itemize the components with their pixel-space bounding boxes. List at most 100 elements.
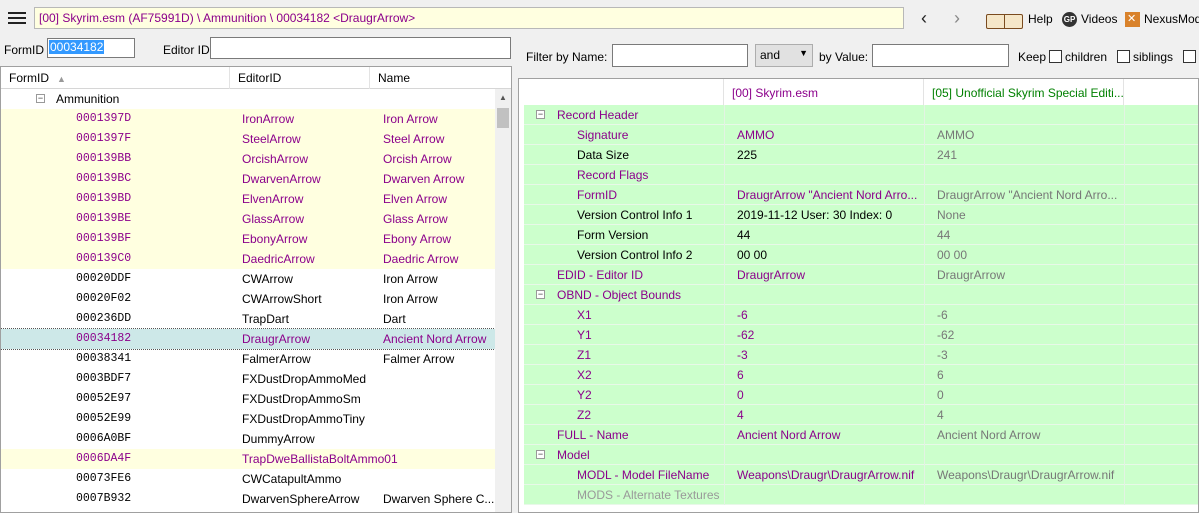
field-value-ussep[interactable]: DraugrArrow bbox=[937, 265, 1127, 285]
videos-link[interactable]: GP Videos bbox=[1062, 10, 1117, 28]
tree-row[interactable]: 00073FE6 CWCatapultAmmo bbox=[1, 469, 495, 489]
tree-row[interactable]: 000139BC DwarvenArrow Dwarven Arrow bbox=[1, 169, 495, 189]
record-field-row[interactable]: Data Size 225 241 bbox=[524, 145, 1198, 165]
field-value-ussep[interactable]: -6 bbox=[937, 305, 1127, 325]
siblings-checkbox[interactable]: siblings bbox=[1117, 50, 1173, 64]
field-value-skyrim[interactable]: -3 bbox=[737, 345, 927, 365]
field-value-skyrim[interactable]: -62 bbox=[737, 325, 927, 345]
field-value-ussep[interactable]: -62 bbox=[937, 325, 1127, 345]
nexus-link[interactable]: NexusMods bbox=[1125, 10, 1199, 28]
field-value-ussep[interactable]: 4 bbox=[937, 405, 1127, 425]
record-field-row[interactable]: Record Flags bbox=[524, 165, 1198, 185]
tree-row[interactable]: 000139BF EbonyArrow Ebony Arrow bbox=[1, 229, 495, 249]
tree-row[interactable]: 00034182 DraugrArrow Ancient Nord Arrow bbox=[1, 328, 496, 350]
record-field-row[interactable]: Version Control Info 1 2019-11-12 User: 3… bbox=[524, 205, 1198, 225]
tree-row[interactable]: 000139BD ElvenArrow Elven Arrow bbox=[1, 189, 495, 209]
tree-row[interactable]: 0006A0BF DummyArrow bbox=[1, 429, 495, 449]
column-header-skyrim-esm[interactable]: [00] Skyrim.esm bbox=[724, 79, 924, 105]
column-header-ussep[interactable]: [05] Unofficial Skyrim Special Editi... bbox=[924, 79, 1124, 105]
record-field-row[interactable]: Z1 -3 -3 bbox=[524, 345, 1198, 365]
field-value-ussep[interactable]: Ancient Nord Arrow bbox=[937, 425, 1127, 445]
record-field-row[interactable]: Z2 4 4 bbox=[524, 405, 1198, 425]
field-value-ussep[interactable]: 0 bbox=[937, 385, 1127, 405]
field-value-ussep[interactable]: 44 bbox=[937, 225, 1127, 245]
record-field-row[interactable]: FULL - Name Ancient Nord Arrow Ancient Nor… bbox=[524, 425, 1198, 445]
record-field-row[interactable]: − Model bbox=[524, 445, 1198, 465]
record-field-row[interactable]: MODS - Alternate Textures bbox=[524, 485, 1198, 505]
record-field-row[interactable]: MODL - Model FileName Weapons\Draugr\Drau… bbox=[524, 465, 1198, 485]
record-field-row[interactable]: − Record Header bbox=[524, 105, 1198, 125]
tree-row[interactable]: 00038341 FalmerArrow Falmer Arrow bbox=[1, 349, 495, 369]
column-header-formid[interactable]: FormID ▲ bbox=[1, 67, 230, 89]
tree-row[interactable]: 00020F02 CWArrowShort Iron Arrow bbox=[1, 289, 495, 309]
field-value-skyrim[interactable]: 4 bbox=[737, 405, 927, 425]
scroll-up-icon[interactable]: ▲ bbox=[495, 89, 511, 106]
tree-row[interactable]: 000139BE GlassArrow Glass Arrow bbox=[1, 209, 495, 229]
filter-operator-select[interactable]: and ▼ bbox=[755, 44, 813, 67]
record-field-row[interactable]: − OBND - Object Bounds bbox=[524, 285, 1198, 305]
tree-row[interactable]: 00052E97 FXDustDropAmmoSm bbox=[1, 389, 495, 409]
editorid-input[interactable] bbox=[210, 37, 511, 59]
record-field-row[interactable]: Y2 0 0 bbox=[524, 385, 1198, 405]
record-field-row[interactable]: EDID - Editor ID DraugrArrow DraugrArrow bbox=[524, 265, 1198, 285]
column-header-field[interactable] bbox=[524, 79, 724, 105]
tree-row[interactable]: 00052E99 FXDustDropAmmoTiny bbox=[1, 409, 495, 429]
field-value-ussep[interactable]: 00 00 bbox=[937, 245, 1127, 265]
field-value-ussep[interactable]: 6 bbox=[937, 365, 1127, 385]
forward-arrow-icon[interactable]: › bbox=[946, 7, 968, 29]
record-field-row[interactable]: Version Control Info 2 00 00 00 00 bbox=[524, 245, 1198, 265]
record-field-row[interactable]: FormID DraugrArrow "Ancient Nord Arro... D… bbox=[524, 185, 1198, 205]
collapse-icon[interactable]: − bbox=[536, 290, 545, 299]
tree-row[interactable]: 0003BDF7 FXDustDropAmmoMed bbox=[1, 369, 495, 389]
tree-row[interactable]: 000139C0 DaedricArrow Daedric Arrow bbox=[1, 249, 495, 269]
column-header-editorid[interactable]: EditorID bbox=[230, 67, 370, 89]
field-value-ussep[interactable]: DraugrArrow "Ancient Nord Arro... bbox=[937, 185, 1127, 205]
record-view[interactable]: [00] Skyrim.esm [05] Unofficial Skyrim S… bbox=[518, 78, 1199, 513]
field-value-skyrim[interactable]: Ancient Nord Arrow bbox=[737, 425, 927, 445]
column-header-name[interactable]: Name bbox=[370, 67, 511, 89]
field-value-ussep[interactable]: None bbox=[937, 205, 1127, 225]
record-field-row[interactable]: Y1 -62 -62 bbox=[524, 325, 1198, 345]
record-field-row[interactable]: X2 6 6 bbox=[524, 365, 1198, 385]
field-value-skyrim[interactable]: 00 00 bbox=[737, 245, 927, 265]
field-value-skyrim[interactable]: 2019-11-12 User: 30 Index: 0 bbox=[737, 205, 927, 225]
collapse-icon[interactable]: − bbox=[536, 110, 545, 119]
field-value-skyrim[interactable]: Weapons\Draugr\DraugrArrow.nif bbox=[737, 465, 927, 485]
filter-value-input[interactable] bbox=[872, 44, 1009, 67]
extra-checkbox[interactable] bbox=[1183, 50, 1199, 64]
record-field-row[interactable]: Signature AMMO AMMO bbox=[524, 125, 1198, 145]
collapse-icon[interactable]: − bbox=[36, 94, 45, 103]
field-value-skyrim[interactable]: AMMO bbox=[737, 125, 927, 145]
help-link[interactable]: Help bbox=[984, 10, 1053, 29]
children-checkbox[interactable]: children bbox=[1049, 50, 1107, 64]
tree-scrollbar[interactable]: ▲ bbox=[495, 89, 511, 512]
tree-group-ammunition[interactable]: − Ammunition bbox=[1, 89, 495, 109]
field-value-ussep[interactable]: 241 bbox=[937, 145, 1127, 165]
formid-input[interactable]: 00034182 bbox=[47, 38, 135, 58]
field-value-skyrim[interactable]: 225 bbox=[737, 145, 927, 165]
field-value-skyrim[interactable]: DraugrArrow bbox=[737, 265, 927, 285]
tree-row[interactable]: 00020DDF CWArrow Iron Arrow bbox=[1, 269, 495, 289]
field-value-skyrim[interactable]: 44 bbox=[737, 225, 927, 245]
field-value-ussep[interactable]: AMMO bbox=[937, 125, 1127, 145]
tree-row[interactable]: 0001397F SteelArrow Steel Arrow bbox=[1, 129, 495, 149]
tree-row[interactable]: 0007B932 DwarvenSphereArrow Dwarven Sphere… bbox=[1, 489, 495, 509]
back-arrow-icon[interactable]: ‹ bbox=[913, 7, 935, 29]
field-value-ussep[interactable]: Weapons\Draugr\DraugrArrow.nif bbox=[937, 465, 1127, 485]
tree-row[interactable]: 0006DA4F TrapDweBallistaBoltAmmo01 bbox=[1, 449, 495, 469]
field-value-skyrim[interactable]: 6 bbox=[737, 365, 927, 385]
field-value-skyrim[interactable]: 0 bbox=[737, 385, 927, 405]
record-field-row[interactable]: X1 -6 -6 bbox=[524, 305, 1198, 325]
filter-name-input[interactable] bbox=[612, 44, 748, 67]
tree-row[interactable]: 000139BB OrcishArrow Orcish Arrow bbox=[1, 149, 495, 169]
record-field-row[interactable]: Form Version 44 44 bbox=[524, 225, 1198, 245]
tree-row[interactable]: 0001397D IronArrow Iron Arrow bbox=[1, 109, 495, 129]
scroll-thumb[interactable] bbox=[497, 108, 509, 128]
tree-row[interactable]: 000236DD TrapDart Dart bbox=[1, 309, 495, 329]
field-value-ussep[interactable]: -3 bbox=[937, 345, 1127, 365]
field-value-skyrim[interactable]: DraugrArrow "Ancient Nord Arro... bbox=[737, 185, 927, 205]
record-path[interactable]: [00] Skyrim.esm (AF75991D) \ Ammunition … bbox=[34, 7, 904, 29]
collapse-icon[interactable]: − bbox=[536, 450, 545, 459]
field-value-skyrim[interactable]: -6 bbox=[737, 305, 927, 325]
record-tree[interactable]: FormID ▲ EditorID Name − Ammunition 00013… bbox=[0, 66, 512, 513]
